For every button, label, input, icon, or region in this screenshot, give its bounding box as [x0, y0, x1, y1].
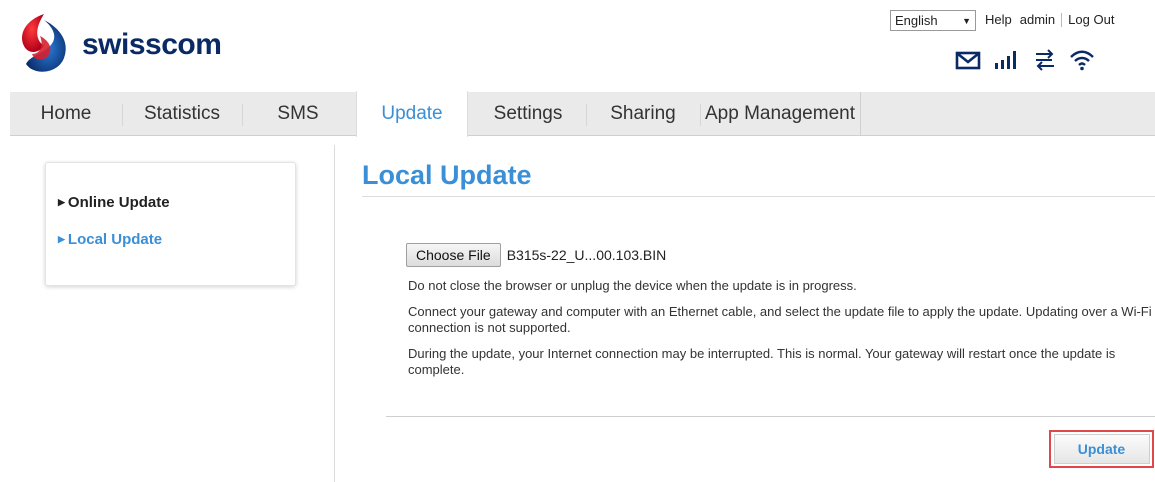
update-button-highlight: Update — [1049, 430, 1154, 468]
content-divider — [334, 145, 335, 482]
username: admin — [1019, 12, 1056, 27]
title-divider — [362, 196, 1155, 197]
logout-link[interactable]: Log Out — [1068, 12, 1114, 27]
status-icons — [955, 48, 1095, 72]
footer-divider — [386, 416, 1155, 417]
sidebar: ▶ Online Update ▶ Local Update — [45, 162, 296, 286]
language-value: English — [895, 13, 938, 28]
main-nav: Home Statistics SMS Update Settings Shar… — [10, 91, 1155, 137]
language-select[interactable]: English ▼ — [890, 10, 976, 31]
nav-divider — [700, 104, 701, 126]
tab-sms[interactable]: SMS — [242, 92, 354, 136]
top-links-divider — [1061, 12, 1063, 27]
triangle-right-icon: ▶ — [58, 197, 65, 207]
file-picker: Choose File B315s-22_U...00.103.BIN — [406, 243, 666, 267]
sidebar-item-label: Online Update — [67, 194, 170, 211]
sidebar-item-local-update[interactable]: ▶ Local Update — [58, 231, 162, 248]
tab-update[interactable]: Update — [356, 91, 468, 137]
tab-settings[interactable]: Settings — [470, 92, 586, 136]
update-button[interactable]: Update — [1053, 434, 1150, 464]
mail-icon[interactable] — [955, 50, 981, 70]
sidebar-item-label: Local Update — [67, 231, 163, 248]
selected-file-name: B315s-22_U...00.103.BIN — [506, 247, 667, 263]
swisscom-logo[interactable]: swisscom — [14, 10, 222, 80]
brand-name: swisscom — [82, 28, 222, 61]
dropdown-arrow-icon: ▼ — [962, 15, 971, 26]
triangle-right-icon: ▶ — [58, 234, 65, 244]
page-title: Local Update — [362, 160, 532, 190]
nav-end-divider — [860, 92, 861, 136]
sidebar-item-online-update[interactable]: ▶ Online Update — [58, 194, 170, 211]
tab-home[interactable]: Home — [10, 92, 122, 136]
warning-text: Do not close the browser or unplug the d… — [408, 278, 857, 293]
tab-statistics[interactable]: Statistics — [122, 92, 242, 136]
help-link[interactable]: Help — [985, 12, 1012, 27]
wifi-icon — [1070, 50, 1094, 71]
swisscom-logo-icon — [22, 14, 66, 72]
tab-app-management[interactable]: App Management — [702, 92, 858, 136]
top-links: Help admin Log Out — [985, 12, 1114, 27]
info-text: During the update, your Internet connect… — [408, 346, 1116, 377]
instruction-text: Connect your gateway and computer with a… — [408, 304, 1152, 335]
data-transfer-icon — [1036, 49, 1054, 71]
tab-sharing[interactable]: Sharing — [586, 92, 700, 136]
choose-file-button[interactable]: Choose File — [406, 243, 501, 267]
header: swisscom English ▼ Help admin Log Out — [0, 0, 1155, 92]
signal-strength-icon — [995, 51, 1016, 69]
